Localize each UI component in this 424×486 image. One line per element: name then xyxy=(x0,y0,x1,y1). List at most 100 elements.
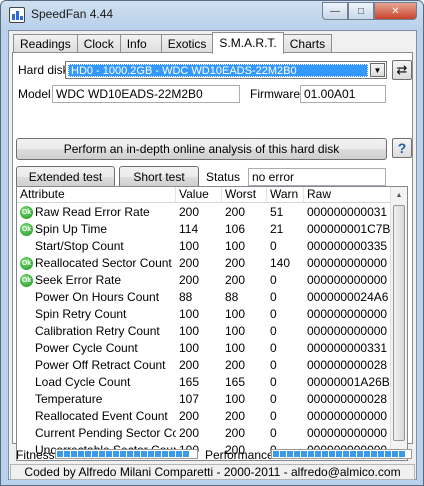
table-row[interactable]: Ok Seek Error Rate 200 200 0 000000000000 xyxy=(17,272,391,289)
worst-cell-text: 100 xyxy=(225,307,246,321)
worst-cell: 100 xyxy=(222,238,267,255)
raw-cell: 00000001A26B xyxy=(304,374,391,391)
attribute-cell-text: Spin Retry Count xyxy=(35,307,127,321)
value-cell-text: 100 xyxy=(179,324,200,338)
ok-status-icon: Ok xyxy=(20,257,33,270)
value-cell: 200 xyxy=(176,272,222,289)
extended-test-button[interactable]: Extended test xyxy=(16,166,115,188)
attribute-cell-text: Spin Up Time xyxy=(35,222,108,236)
raw-cell-text: 00000001A26B xyxy=(307,375,390,389)
tab-readings[interactable]: Readings xyxy=(13,34,78,53)
attribute-cell: Ok Raw Read Error Rate xyxy=(17,204,176,221)
warn-cell-text: 0 xyxy=(270,239,277,253)
fitness-meter xyxy=(55,449,198,459)
attribute-cell: Power Off Retract Count xyxy=(17,357,176,374)
table-row[interactable]: Current Pending Sector Co... 200 200 0 00000… xyxy=(17,425,391,442)
meter-block xyxy=(357,451,363,457)
tab-clock[interactable]: Clock xyxy=(76,34,121,53)
table-row[interactable]: Calibration Retry Count 100 100 0 0000000000… xyxy=(17,323,391,340)
raw-cell-text: 000000000028 xyxy=(307,358,388,372)
warn-cell: 0 xyxy=(267,425,304,442)
tab-exotics[interactable]: Exotics xyxy=(160,34,214,53)
close-button[interactable]: ✕ xyxy=(374,2,417,20)
meter-block xyxy=(371,451,377,457)
warn-cell-text: 0 xyxy=(270,290,277,304)
tab-info[interactable]: Info xyxy=(119,34,162,53)
attribute-cell: Calibration Retry Count xyxy=(17,323,176,340)
raw-cell: 000000000000 xyxy=(304,408,391,425)
meter-block xyxy=(57,451,63,457)
tab-strip: Readings Clock Info Exotics S.M.A.R.T. C… xyxy=(13,32,333,54)
refresh-disks-button[interactable]: ⇄ xyxy=(392,60,412,80)
table-row[interactable]: Power On Hours Count 88 88 0 0000000024A6 xyxy=(17,289,391,306)
meter-block xyxy=(280,451,286,457)
raw-cell: 000000000000 xyxy=(304,425,391,442)
scroll-up-icon[interactable]: ▲ xyxy=(391,187,407,204)
worst-cell-text: 88 xyxy=(225,290,239,304)
meter-block xyxy=(315,451,321,457)
table-row[interactable]: Ok Reallocated Sector Count 200 200 140 00000… xyxy=(17,255,391,272)
header-raw[interactable]: Raw xyxy=(304,187,391,203)
table-row[interactable]: Ok Raw Read Error Rate 200 200 51 00000000003… xyxy=(17,204,391,221)
smart-attributes-table[interactable]: Attribute Value Worst Warn Raw Ok Raw Rea… xyxy=(16,186,408,461)
header-worst[interactable]: Worst xyxy=(222,187,267,203)
table-row[interactable]: Reallocated Event Count 200 200 0 0000000000… xyxy=(17,408,391,425)
raw-cell: 000000000331 xyxy=(304,340,391,357)
title-bar[interactable]: SpeedFan 4.44 — □ ✕ xyxy=(1,1,423,29)
worst-cell-text: 100 xyxy=(225,341,246,355)
value-cell-text: 200 xyxy=(179,256,200,270)
hard-disk-label: Hard disk xyxy=(18,63,69,77)
speedfan-window: SpeedFan 4.44 — □ ✕ Readings Clock Info … xyxy=(0,0,424,486)
worst-cell: 200 xyxy=(222,272,267,289)
tab-smart[interactable]: S.M.A.R.T. xyxy=(212,32,284,54)
meter-block xyxy=(169,451,175,457)
table-row[interactable]: Ok Spin Up Time 114 106 21 000000001C7B xyxy=(17,221,391,238)
window-title: SpeedFan 4.44 xyxy=(31,7,114,21)
header-value[interactable]: Value xyxy=(176,187,222,203)
table-row[interactable]: Load Cycle Count 165 165 0 00000001A26B xyxy=(17,374,391,391)
help-button[interactable]: ? xyxy=(392,138,412,158)
attribute-cell-text: Load Cycle Count xyxy=(35,375,131,389)
header-attribute[interactable]: Attribute xyxy=(17,187,176,203)
raw-cell-text: 000000000000 xyxy=(307,426,388,440)
meter-block xyxy=(85,451,91,457)
warn-cell: 0 xyxy=(267,306,304,323)
attribute-cell: Reallocated Event Count xyxy=(17,408,176,425)
table-row[interactable]: Temperature 107 100 0 000000000028 xyxy=(17,391,391,408)
online-analysis-button[interactable]: Perform an in-depth online analysis of t… xyxy=(16,138,387,160)
header-warn[interactable]: Warn xyxy=(267,187,304,203)
worst-cell-text: 200 xyxy=(225,256,246,270)
warn-cell: 0 xyxy=(267,272,304,289)
table-row[interactable]: Power Cycle Count 100 100 0 000000000331 xyxy=(17,340,391,357)
vertical-scrollbar[interactable]: ▲ ▼ xyxy=(390,187,407,460)
table-row[interactable]: Power Off Retract Count 200 200 0 0000000000… xyxy=(17,357,391,374)
meter-block xyxy=(92,451,98,457)
value-cell: 200 xyxy=(176,357,222,374)
worst-cell: 200 xyxy=(222,204,267,221)
raw-cell-text: 000000001C7B xyxy=(307,222,391,236)
short-test-button[interactable]: Short test xyxy=(119,166,199,188)
attribute-cell-text: Power Off Retract Count xyxy=(35,358,166,372)
raw-cell: 000000000000 xyxy=(304,323,391,340)
tab-charts[interactable]: Charts xyxy=(282,34,333,53)
scrollbar-thumb[interactable] xyxy=(393,205,405,441)
warn-cell: 0 xyxy=(267,408,304,425)
value-cell-text: 200 xyxy=(179,273,200,287)
worst-cell: 100 xyxy=(222,323,267,340)
warn-cell: 0 xyxy=(267,340,304,357)
attribute-cell-text: Raw Read Error Rate xyxy=(35,205,150,219)
hard-disk-select[interactable]: HD0 - 1000.2GB - WDC WD10EADS-22M2B0 ▼ xyxy=(65,61,387,79)
table-row[interactable]: Spin Retry Count 100 100 0 000000000000 xyxy=(17,306,391,323)
raw-cell: 000000000028 xyxy=(304,357,391,374)
warn-cell: 0 xyxy=(267,323,304,340)
minimize-button[interactable]: — xyxy=(322,2,348,20)
meter-block xyxy=(392,451,398,457)
worst-cell-text: 200 xyxy=(225,409,246,423)
chevron-down-icon[interactable]: ▼ xyxy=(370,63,385,77)
meter-block xyxy=(127,451,133,457)
table-row[interactable]: Start/Stop Count 100 100 0 000000000335 xyxy=(17,238,391,255)
attribute-cell: Current Pending Sector Co... xyxy=(17,425,176,442)
maximize-button[interactable]: □ xyxy=(348,2,374,20)
worst-cell: 200 xyxy=(222,425,267,442)
warn-cell: 0 xyxy=(267,357,304,374)
